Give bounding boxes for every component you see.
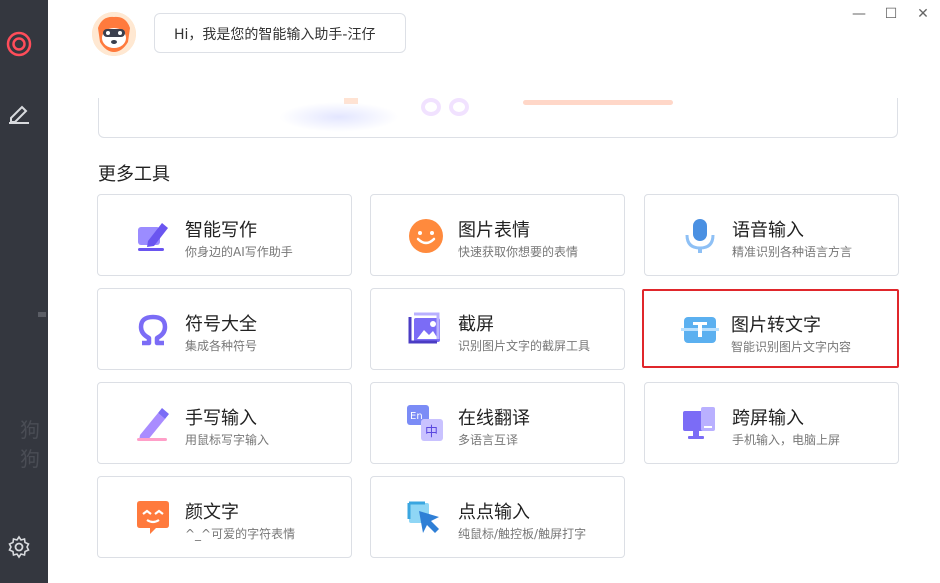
banner-decoration xyxy=(523,100,673,105)
assistant-greeting-bubble: Hi，我是您的智能输入助手-汪仔 xyxy=(154,13,406,53)
settings-gear-icon[interactable] xyxy=(5,533,33,561)
tool-subtitle: 手机输入，电脑上屏 xyxy=(732,433,841,447)
tool-title: 截屏 xyxy=(458,314,494,335)
tool-subtitle: 集成各种符号 xyxy=(185,339,258,353)
sidebar: 狗狗 xyxy=(0,0,48,583)
tool-card-voice-input[interactable]: 语音输入 精准识别各种语言方言 xyxy=(644,194,899,276)
tool-title: 语音输入 xyxy=(732,220,804,241)
tool-subtitle: 多语言互译 xyxy=(458,433,519,447)
tools-panel: — ☐ ✕ Hi，我是您的智能输入助手-汪仔 更多工具 智能写作 你身边的AI写… xyxy=(48,0,940,583)
banner-decoration xyxy=(421,98,441,116)
tool-title: 手写输入 xyxy=(185,408,257,429)
screenshot-crop-icon xyxy=(407,311,445,349)
tool-title: 智能写作 xyxy=(185,220,257,241)
tool-card-symbols[interactable]: 符号大全 集成各种符号 xyxy=(97,288,352,370)
tool-card-screenshot[interactable]: 截屏 识别图片文字的截屏工具 xyxy=(370,288,625,370)
translate-icon: En 中 xyxy=(407,405,445,443)
pen-writing-icon xyxy=(134,217,172,255)
tool-title: 在线翻译 xyxy=(458,408,530,429)
tool-title: 图片表情 xyxy=(458,220,530,241)
tool-subtitle: 智能识别图片文字内容 xyxy=(731,340,852,354)
background-ghost-text: 狗狗 xyxy=(20,418,40,471)
cross-screen-icon xyxy=(681,405,719,443)
tool-card-handwriting[interactable]: 手写输入 用鼠标写字输入 xyxy=(97,382,352,464)
tool-card-cross-screen[interactable]: 跨屏输入 手机输入，电脑上屏 xyxy=(644,382,899,464)
main-panel: — ☐ ✕ Hi，我是您的智能输入助手-汪仔 更多工具 智能写作 你身边的AI写… xyxy=(48,0,940,583)
tool-card-online-translate[interactable]: En 中 在线翻译 多语言互译 xyxy=(370,382,625,464)
tool-card-click-input[interactable]: 点点输入 纯鼠标/触控板/触屏打字 xyxy=(370,476,625,558)
tool-title: 符号大全 xyxy=(185,314,257,335)
tool-card-smart-writing[interactable]: 智能写作 你身边的AI写作助手 xyxy=(97,194,352,276)
tool-title: 跨屏输入 xyxy=(732,408,804,429)
svg-text:En: En xyxy=(410,411,423,422)
tool-title: 颜文字 xyxy=(185,502,239,523)
omega-icon xyxy=(134,311,172,349)
tool-subtitle: 快速获取你想要的表情 xyxy=(458,245,579,259)
emoticon-icon xyxy=(134,499,172,537)
tool-card-image-to-text[interactable]: 图片转文字 智能识别图片文字内容 xyxy=(642,289,899,368)
window-controls: — ☐ ✕ xyxy=(850,6,932,22)
svg-text:中: 中 xyxy=(425,425,438,440)
target-icon[interactable] xyxy=(5,30,33,58)
tool-card-image-emoji[interactable]: 图片表情 快速获取你想要的表情 xyxy=(370,194,625,276)
dog-mascot-icon xyxy=(92,12,136,56)
assistant-avatar[interactable] xyxy=(92,12,136,56)
maximize-button[interactable]: ☐ xyxy=(882,6,900,22)
edit-icon[interactable] xyxy=(5,98,33,126)
tool-subtitle: 用鼠标写字输入 xyxy=(185,433,270,447)
background-mark xyxy=(38,312,46,317)
minimize-button[interactable]: — xyxy=(850,6,868,22)
banner-decoration xyxy=(449,98,469,116)
image-scan-icon xyxy=(681,311,719,349)
tool-card-emoticon[interactable]: 颜文字 ^_^可爱的字符表情 xyxy=(97,476,352,558)
banner-decoration xyxy=(279,102,399,132)
promo-banner[interactable] xyxy=(98,98,898,138)
tool-subtitle: 纯鼠标/触控板/触屏打字 xyxy=(458,527,587,541)
tool-subtitle: 你身边的AI写作助手 xyxy=(185,245,293,259)
tool-title: 点点输入 xyxy=(458,502,530,523)
section-title-more-tools: 更多工具 xyxy=(98,164,170,185)
tool-subtitle: 识别图片文字的截屏工具 xyxy=(458,339,591,353)
microphone-icon xyxy=(681,217,719,255)
tool-subtitle: 精准识别各种语言方言 xyxy=(732,245,853,259)
tool-subtitle: ^_^可爱的字符表情 xyxy=(185,527,296,541)
smiley-icon xyxy=(407,217,445,255)
pencil-icon xyxy=(134,405,172,443)
tool-title: 图片转文字 xyxy=(731,315,821,336)
close-button[interactable]: ✕ xyxy=(914,6,932,22)
cursor-click-icon xyxy=(407,499,445,537)
